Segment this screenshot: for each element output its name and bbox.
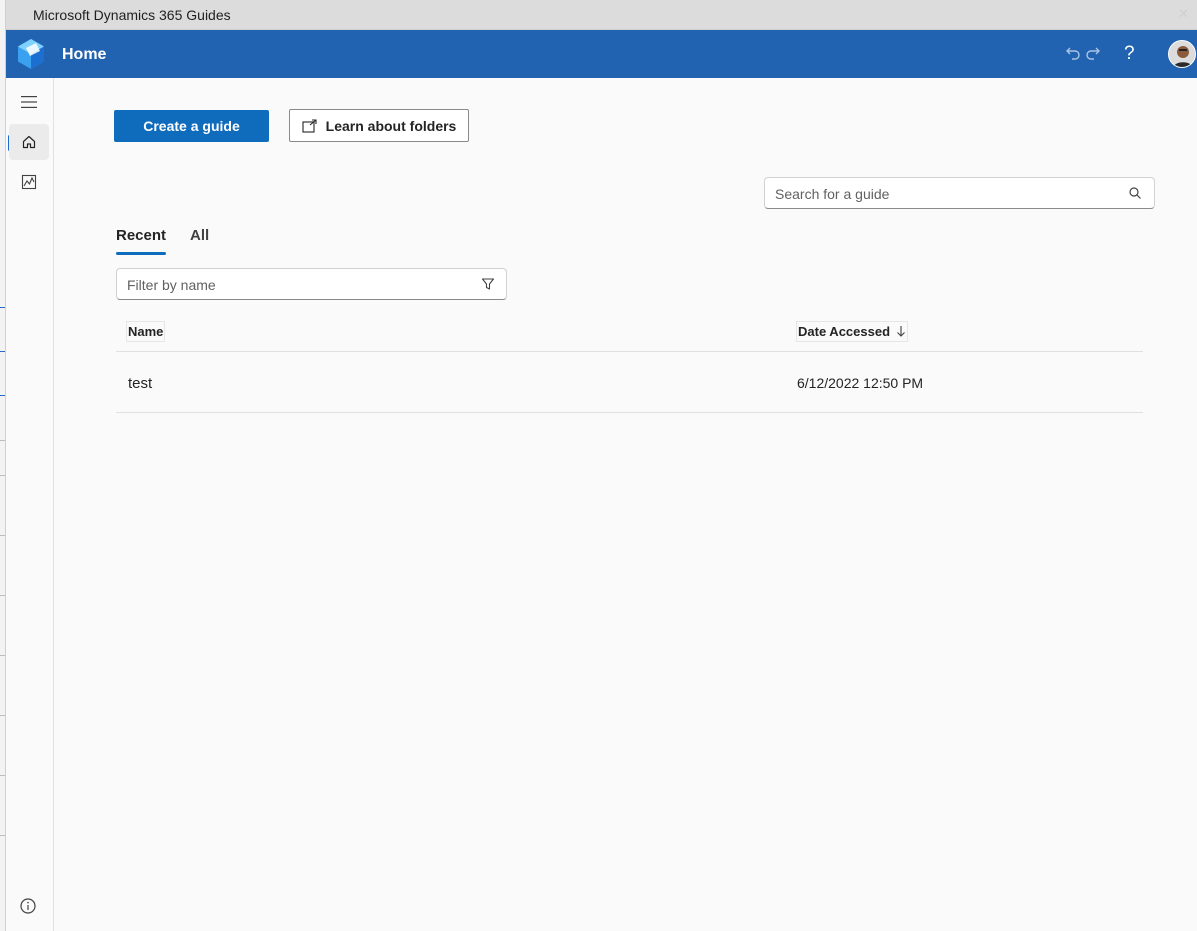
background-divider: [0, 775, 5, 776]
left-nav-rail: [6, 78, 54, 931]
tab-recent[interactable]: Recent: [116, 227, 166, 244]
hamburger-menu-icon: [21, 96, 37, 108]
table-row-divider: [116, 412, 1143, 413]
user-avatar-icon: [1169, 41, 1195, 67]
search-input[interactable]: Search for a guide: [764, 177, 1155, 209]
info-icon[interactable]: [19, 897, 37, 915]
column-header-date-accessed[interactable]: Date Accessed: [796, 321, 909, 342]
app-header: Home ?: [6, 30, 1197, 78]
background-link: [0, 340, 5, 352]
date-accessed-cell: 6/12/2022 12:50 PM: [797, 375, 924, 391]
column-header-name[interactable]: Name: [126, 321, 166, 342]
nav-home[interactable]: [9, 124, 49, 160]
background-divider: [0, 440, 5, 441]
filter-icon[interactable]: [481, 277, 495, 291]
background-divider: [0, 535, 5, 536]
search-icon[interactable]: [1128, 186, 1142, 200]
filter-placeholder: Filter by name: [127, 277, 216, 293]
help-icon[interactable]: ?: [1124, 43, 1135, 65]
learn-about-folders-label: Learn about folders: [325, 117, 457, 134]
filter-by-name-input[interactable]: Filter by name: [116, 268, 507, 300]
window-title: Microsoft Dynamics 365 Guides: [33, 7, 231, 23]
background-divider: [0, 715, 5, 716]
create-guide-button[interactable]: Create a guide: [114, 110, 269, 142]
tab-selected-underline: [116, 252, 166, 255]
column-header-date-label: Date Accessed: [798, 324, 891, 339]
nav-analytics[interactable]: [9, 164, 49, 200]
table-header-divider: [116, 351, 1143, 352]
menu-toggle-button[interactable]: [9, 84, 49, 120]
sort-descending-icon: [897, 326, 905, 337]
close-icon[interactable]: ✕: [1178, 6, 1189, 22]
guides-logo-icon: [18, 39, 44, 69]
learn-about-folders-button[interactable]: Learn about folders: [289, 109, 469, 142]
background-divider: [0, 475, 5, 476]
undo-icon[interactable]: [1064, 44, 1082, 62]
search-placeholder: Search for a guide: [775, 186, 890, 202]
background-divider: [0, 835, 5, 836]
column-header-name-label: Name: [128, 324, 164, 339]
background-divider: [0, 655, 5, 656]
tab-all[interactable]: All: [190, 227, 209, 244]
open-external-icon: [302, 118, 317, 133]
avatar[interactable]: [1168, 40, 1196, 68]
page-title: Home: [62, 46, 107, 63]
background-link: [0, 384, 5, 396]
background-link: [0, 296, 5, 308]
home-icon: [22, 135, 36, 149]
window-title-bar[interactable]: Microsoft Dynamics 365 Guides ✕: [6, 0, 1197, 30]
analytics-icon: [21, 174, 37, 190]
redo-icon[interactable]: [1084, 44, 1102, 62]
guide-name-cell[interactable]: test: [128, 375, 152, 392]
background-divider: [0, 595, 5, 596]
